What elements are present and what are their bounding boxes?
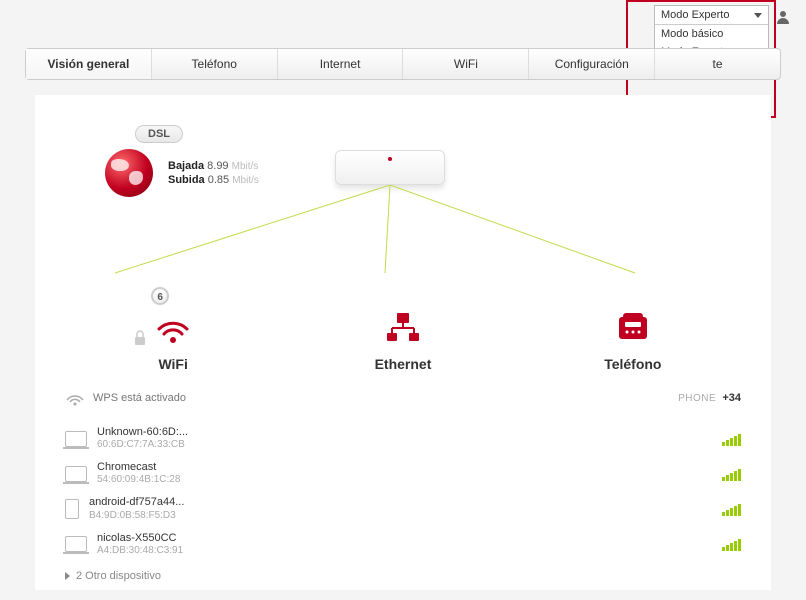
wps-status-text: WPS está activado xyxy=(93,392,186,404)
speed-unit: Mbit/s xyxy=(232,161,259,172)
phone-info: PHONE +34 xyxy=(678,392,741,404)
list-item[interactable]: android-df757a44...B4:9D:0B:58:F5:D3 xyxy=(65,491,741,526)
ethernet-column: Ethernet xyxy=(295,307,511,372)
wps-icon xyxy=(65,390,85,406)
signal-bars-icon xyxy=(722,537,741,551)
device-mac: A4:DB:30:48:C3:91 xyxy=(97,545,712,557)
router-icon xyxy=(335,150,445,185)
main-tabs: Visión general Teléfono Internet WiFi Co… xyxy=(25,48,781,80)
signal-bars-icon xyxy=(722,502,741,516)
lock-icon xyxy=(133,330,147,346)
device-list: Unknown-60:6D:...60:6D:C7:7A:33:CB Chrom… xyxy=(65,421,741,562)
chevron-down-icon xyxy=(754,13,762,18)
list-item[interactable]: nicolas-X550CCA4:DB:30:48:C3:91 xyxy=(65,527,741,562)
dsl-badge: DSL xyxy=(135,125,183,143)
wifi-icon xyxy=(153,307,193,347)
tab-wifi[interactable]: WiFi xyxy=(403,49,529,79)
list-item[interactable]: Unknown-60:6D:...60:6D:C7:7A:33:CB xyxy=(65,421,741,456)
download-label: Bajada xyxy=(168,160,204,172)
phone-label: PHONE xyxy=(678,393,716,404)
speed-info: Bajada 8.99 Mbit/s Subida 0.85 Mbit/s xyxy=(168,159,259,188)
expand-icon xyxy=(65,572,70,580)
wifi-title: WiFi xyxy=(65,356,281,372)
phone-icon xyxy=(613,307,653,347)
main-panel: DSL Bajada 8.99 Mbit/s Subida 0.85 Mbit/… xyxy=(35,95,771,590)
phone-column: Teléfono xyxy=(525,307,741,372)
phone-title: Teléfono xyxy=(525,356,741,372)
tab-telefono[interactable]: Teléfono xyxy=(152,49,278,79)
device-name: Chromecast xyxy=(97,461,712,474)
device-mac: B4:9D:0B:58:F5:D3 xyxy=(89,510,712,522)
device-name: android-df757a44... xyxy=(89,496,712,509)
device-name: nicolas-X550CC xyxy=(97,532,712,545)
laptop-icon xyxy=(65,536,87,552)
device-mac: 60:6D:C7:7A:33:CB xyxy=(97,439,712,451)
laptop-icon xyxy=(65,431,87,447)
signal-bars-icon xyxy=(722,432,741,446)
phone-prefix: +34 xyxy=(722,392,741,404)
download-value: 8.99 xyxy=(207,160,228,172)
topology-lines xyxy=(35,185,771,285)
tab-internet[interactable]: Internet xyxy=(278,49,404,79)
device-name: Unknown-60:6D:... xyxy=(97,426,712,439)
tab-last[interactable]: te xyxy=(655,49,780,79)
mode-dropdown-selected[interactable]: Modo Experto xyxy=(655,6,768,25)
signal-bars-icon xyxy=(722,467,741,481)
tab-config[interactable]: Configuración xyxy=(529,49,655,79)
other-devices-toggle[interactable]: 2 Otro dispositivo xyxy=(65,570,741,582)
ethernet-icon xyxy=(383,307,423,347)
wifi-device-count: 6 xyxy=(151,287,169,305)
laptop-icon xyxy=(65,466,87,482)
ethernet-title: Ethernet xyxy=(295,356,511,372)
mode-current-label: Modo Experto xyxy=(661,9,729,21)
tablet-icon xyxy=(65,499,79,519)
device-mac: 54:60:09:4B:1C:28 xyxy=(97,474,712,486)
other-devices-label: 2 Otro dispositivo xyxy=(76,570,161,582)
wifi-column: 6 WiFi xyxy=(65,307,281,372)
tab-overview[interactable]: Visión general xyxy=(26,49,152,79)
list-item[interactable]: Chromecast54:60:09:4B:1C:28 xyxy=(65,456,741,491)
mode-option-basic[interactable]: Modo básico xyxy=(655,25,768,43)
user-icon[interactable] xyxy=(775,9,791,25)
wps-status: WPS está activado xyxy=(65,390,186,406)
